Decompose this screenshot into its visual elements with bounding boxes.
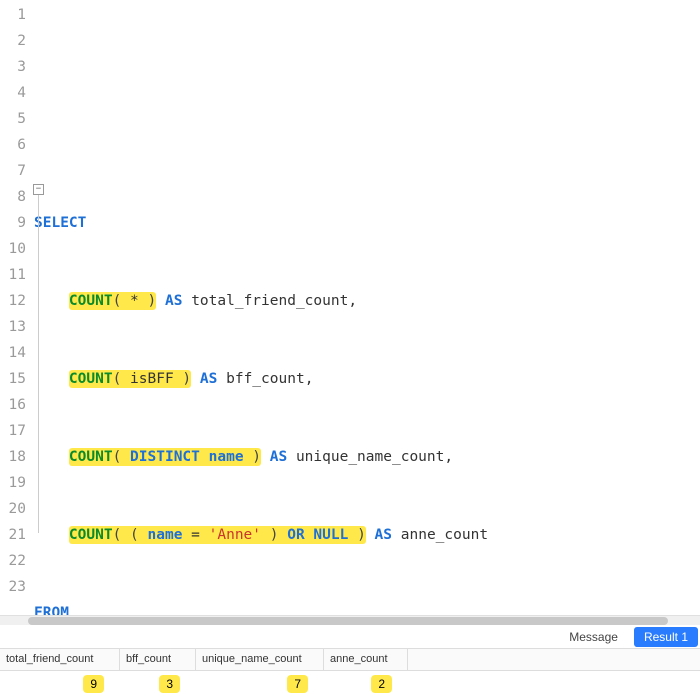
line-number: 1 — [0, 2, 26, 28]
line-number: 17 — [0, 418, 26, 444]
column-header[interactable]: anne_count — [324, 649, 408, 670]
line-number: 22 — [0, 548, 26, 574]
line-number: 19 — [0, 470, 26, 496]
result-value: 2 — [371, 675, 392, 693]
result-value: 3 — [159, 675, 180, 693]
line-number: 9 — [0, 210, 26, 236]
code-area[interactable]: − SELECT COUNT( * ) AS total_friend_coun… — [34, 0, 700, 615]
line-number: 23 — [0, 574, 26, 600]
results-data-row[interactable]: 9 3 7 2 — [0, 671, 700, 697]
line-number: 10 — [0, 236, 26, 262]
results-grid: total_friend_count bff_count unique_name… — [0, 649, 700, 697]
horizontal-scrollbar[interactable] — [0, 615, 700, 625]
tab-result-1[interactable]: Result 1 — [634, 627, 698, 647]
code-editor[interactable]: 1234567891011121314151617181920212223 − … — [0, 0, 700, 615]
line-number-gutter: 1234567891011121314151617181920212223 — [0, 0, 34, 615]
fold-toggle-icon[interactable]: − — [33, 184, 44, 195]
line-number: 14 — [0, 340, 26, 366]
keyword-from: FROM — [34, 605, 69, 615]
results-header-row: total_friend_count bff_count unique_name… — [0, 649, 700, 671]
result-value: 9 — [83, 675, 104, 693]
keyword-select: SELECT — [34, 215, 86, 231]
column-header[interactable]: bff_count — [120, 649, 196, 670]
line-number: 8 — [0, 184, 26, 210]
fold-guide — [38, 195, 39, 533]
line-number: 4 — [0, 80, 26, 106]
line-number: 20 — [0, 496, 26, 522]
line-number: 6 — [0, 132, 26, 158]
line-number: 3 — [0, 54, 26, 80]
tab-message[interactable]: Message — [559, 627, 628, 647]
line-number: 21 — [0, 522, 26, 548]
column-header[interactable]: total_friend_count — [0, 649, 120, 670]
line-number: 16 — [0, 392, 26, 418]
column-header[interactable]: unique_name_count — [196, 649, 324, 670]
scrollbar-thumb[interactable] — [28, 617, 668, 625]
results-tabbar: Message Result 1 — [0, 625, 700, 649]
result-value: 7 — [287, 675, 308, 693]
line-number: 13 — [0, 314, 26, 340]
line-number: 12 — [0, 288, 26, 314]
line-number: 7 — [0, 158, 26, 184]
line-number: 5 — [0, 106, 26, 132]
line-number: 2 — [0, 28, 26, 54]
line-number: 15 — [0, 366, 26, 392]
line-number: 11 — [0, 262, 26, 288]
line-number: 18 — [0, 444, 26, 470]
